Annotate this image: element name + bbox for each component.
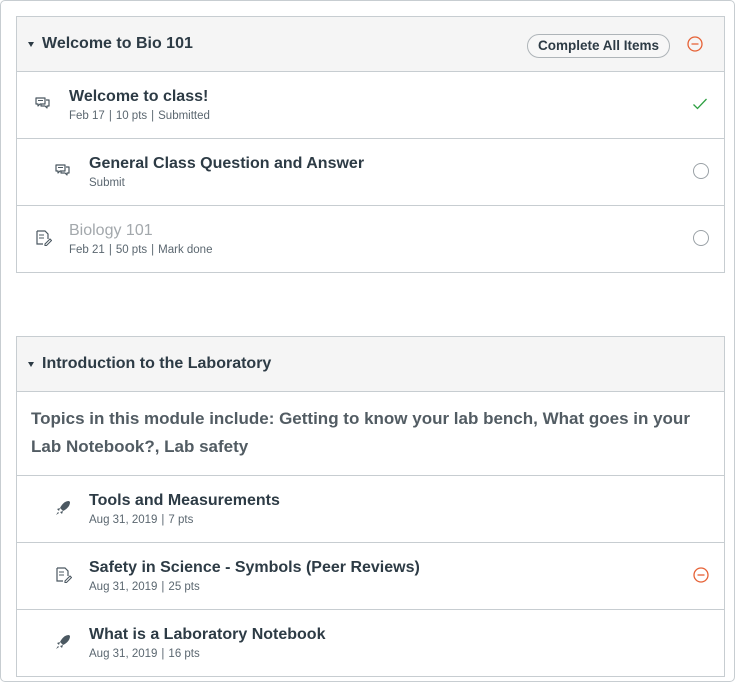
item-title[interactable]: Biology 101 [69, 222, 153, 240]
minus-circle-icon[interactable] [693, 567, 709, 583]
item-title[interactable]: What is a Laboratory Notebook [89, 626, 325, 644]
module-item[interactable]: General Class Question and Answer Submit [17, 139, 724, 206]
points: 25 pts [168, 581, 200, 593]
item-title[interactable]: Welcome to class! [69, 88, 208, 106]
module-item[interactable]: Welcome to class! Feb 17 | 10 pts | Submitte… [17, 72, 724, 139]
checkmark-icon [693, 98, 707, 110]
item-meta: Aug 31, 2019 | 7 pts [89, 514, 194, 526]
assignment-icon [36, 230, 52, 247]
item-meta: Submit [89, 177, 125, 189]
collapse-caret-icon[interactable] [28, 41, 34, 47]
due-date: Aug 31, 2019 [89, 648, 158, 660]
points: 10 pts [115, 110, 148, 122]
discussion-icon [55, 164, 70, 176]
module-header[interactable]: Welcome to Bio 101 Complete All Items [17, 17, 724, 72]
quiz-rocket-icon [56, 635, 70, 649]
due-date: Feb 17 [69, 110, 105, 122]
minus-circle-icon[interactable] [687, 36, 703, 52]
quiz-rocket-icon [56, 501, 70, 515]
module-item[interactable]: Biology 101 Feb 21 | 50 pts | Mark done [17, 206, 724, 273]
complete-all-items-button[interactable]: Complete All Items [526, 34, 670, 58]
assignment-icon [56, 567, 72, 584]
item-title[interactable]: General Class Question and Answer [89, 155, 364, 173]
due-date: Aug 31, 2019 [89, 581, 158, 593]
due-date: Feb 21 [69, 244, 105, 256]
item-meta: Aug 31, 2019 | 25 pts [89, 581, 200, 593]
module-introduction-to-the-laboratory: Introduction to the Laboratory Topics in… [16, 336, 725, 677]
module-welcome-to-bio-101: Welcome to Bio 101 Complete All Items We… [16, 16, 725, 273]
module-item[interactable]: Tools and Measurements Aug 31, 2019 | 7 pt… [17, 476, 724, 543]
points: 16 pts [168, 648, 200, 660]
module-item[interactable]: What is a Laboratory Notebook Aug 31, 20… [17, 610, 724, 677]
submission-status: Submit [89, 177, 125, 189]
module-item[interactable]: Safety in Science - Symbols (Peer Review… [17, 543, 724, 610]
empty-circle-icon[interactable] [693, 230, 709, 246]
module-title: Welcome to Bio 101 [42, 35, 193, 52]
empty-circle-icon[interactable] [693, 163, 709, 179]
module-description: Topics in this module include: Getting t… [17, 392, 724, 476]
item-title[interactable]: Tools and Measurements [89, 492, 280, 510]
item-title[interactable]: Safety in Science - Symbols (Peer Review… [89, 559, 420, 577]
module-title: Introduction to the Laboratory [42, 355, 272, 372]
collapse-caret-icon[interactable] [28, 361, 34, 367]
mark-done-link[interactable]: Mark done [158, 244, 212, 256]
discussion-icon [35, 97, 50, 109]
modules-page: Welcome to Bio 101 Complete All Items We… [0, 0, 735, 682]
item-meta: Feb 17 | 10 pts | Submitted [69, 110, 210, 122]
submission-status: Submitted [158, 110, 210, 122]
item-meta: Feb 21 | 50 pts | Mark done [69, 244, 213, 256]
module-header[interactable]: Introduction to the Laboratory [17, 337, 724, 392]
item-meta: Aug 31, 2019 | 16 pts [89, 648, 200, 660]
due-date: Aug 31, 2019 [89, 514, 158, 526]
points: 50 pts [115, 244, 148, 256]
points: 7 pts [168, 514, 194, 526]
